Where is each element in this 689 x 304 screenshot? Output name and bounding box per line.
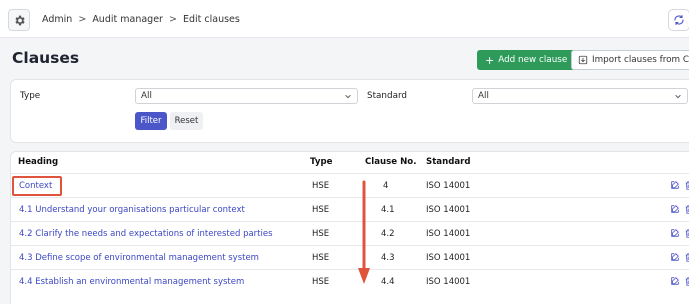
clause-heading-link[interactable]: 4.2 Clarify the needs and expectations o… xyxy=(19,229,273,239)
table-row: Context HSE 4 ISO 14001 xyxy=(11,173,689,197)
arrow-down-icon xyxy=(358,180,370,284)
table-row: 4.3 Define scope of environmental manage… xyxy=(11,245,689,269)
clause-standard: ISO 14001 xyxy=(426,181,471,191)
edit-icon[interactable] xyxy=(670,276,680,286)
sync-button[interactable] xyxy=(668,9,689,31)
clause-number: 4.2 xyxy=(381,229,395,239)
clause-type: HSE xyxy=(312,277,330,287)
plus-icon: + xyxy=(485,53,495,67)
standard-select[interactable]: All xyxy=(472,88,688,104)
clause-standard: ISO 14001 xyxy=(426,205,471,215)
table-row: 4.1 Understand your organisations partic… xyxy=(11,197,689,221)
column-header-type: Type xyxy=(310,157,333,167)
context-highlight-box xyxy=(12,176,62,196)
row-actions xyxy=(670,180,689,191)
trash-icon[interactable] xyxy=(684,180,689,191)
edit-icon[interactable] xyxy=(670,204,680,214)
settings-button[interactable] xyxy=(8,9,30,31)
edit-icon[interactable] xyxy=(670,228,680,238)
top-bar: Admin > Audit manager > Edit clauses xyxy=(0,0,689,38)
row-actions xyxy=(670,276,689,287)
type-select[interactable]: All xyxy=(135,88,358,104)
sync-icon xyxy=(674,14,684,26)
clause-standard: ISO 14001 xyxy=(426,277,471,287)
clause-number: 4.4 xyxy=(381,277,395,287)
column-header-clause-no: Clause No. xyxy=(365,157,417,167)
import-clauses-button[interactable]: Import clauses from CSV xyxy=(571,50,689,70)
trash-icon[interactable] xyxy=(684,252,689,263)
column-header-standard: Standard xyxy=(426,157,471,167)
page-title: Clauses xyxy=(12,49,80,67)
add-new-clause-button[interactable]: + Add new clause xyxy=(477,50,576,70)
breadcrumb-separator: > xyxy=(78,14,87,25)
trash-icon[interactable] xyxy=(684,276,689,287)
type-label: Type xyxy=(20,91,41,101)
row-actions xyxy=(670,252,689,263)
breadcrumb-separator: > xyxy=(168,14,177,25)
clause-heading-link[interactable]: 4.1 Understand your organisations partic… xyxy=(19,205,245,215)
clause-number: 4.1 xyxy=(381,205,395,215)
clause-type: HSE xyxy=(312,253,330,263)
table-row: 4.2 Clarify the needs and expectations o… xyxy=(11,221,689,245)
clause-standard: ISO 14001 xyxy=(426,229,471,239)
row-actions xyxy=(670,228,689,239)
column-header-heading: Heading xyxy=(18,157,59,167)
standard-label: Standard xyxy=(367,91,408,101)
clause-number: 4 xyxy=(383,181,389,191)
clause-type: HSE xyxy=(312,205,330,215)
trash-icon[interactable] xyxy=(684,204,689,215)
gear-icon xyxy=(14,15,25,25)
filter-panel: Type All Standard All Filter Reset xyxy=(10,79,689,143)
reset-button[interactable]: Reset xyxy=(170,112,203,130)
add-new-clause-label: Add new clause xyxy=(498,55,568,65)
filter-button[interactable]: Filter xyxy=(135,112,167,130)
chevron-down-icon xyxy=(345,94,351,99)
chevron-down-icon xyxy=(675,94,681,99)
clause-type: HSE xyxy=(312,181,330,191)
breadcrumb-audit-manager[interactable]: Audit manager xyxy=(92,14,163,25)
clause-type: HSE xyxy=(312,229,330,239)
import-icon xyxy=(578,55,588,65)
breadcrumb: Admin > Audit manager > Edit clauses xyxy=(42,14,240,25)
standard-select-value: All xyxy=(478,91,489,101)
import-clauses-label: Import clauses from CSV xyxy=(592,55,689,65)
clause-heading-link[interactable]: 4.4 Establish an environmental managemen… xyxy=(19,277,244,287)
clause-standard: ISO 14001 xyxy=(426,253,471,263)
breadcrumb-edit-clauses: Edit clauses xyxy=(182,14,240,25)
clause-number: 4.3 xyxy=(381,253,395,263)
breadcrumb-admin[interactable]: Admin xyxy=(42,14,72,25)
row-actions xyxy=(670,204,689,215)
edit-icon[interactable] xyxy=(670,180,680,190)
edit-icon[interactable] xyxy=(670,252,680,262)
clause-heading-link[interactable]: 4.3 Define scope of environmental manage… xyxy=(19,253,259,263)
type-select-value: All xyxy=(141,91,152,101)
trash-icon[interactable] xyxy=(684,228,689,239)
table-row: 4.4 Establish an environmental managemen… xyxy=(11,269,689,293)
